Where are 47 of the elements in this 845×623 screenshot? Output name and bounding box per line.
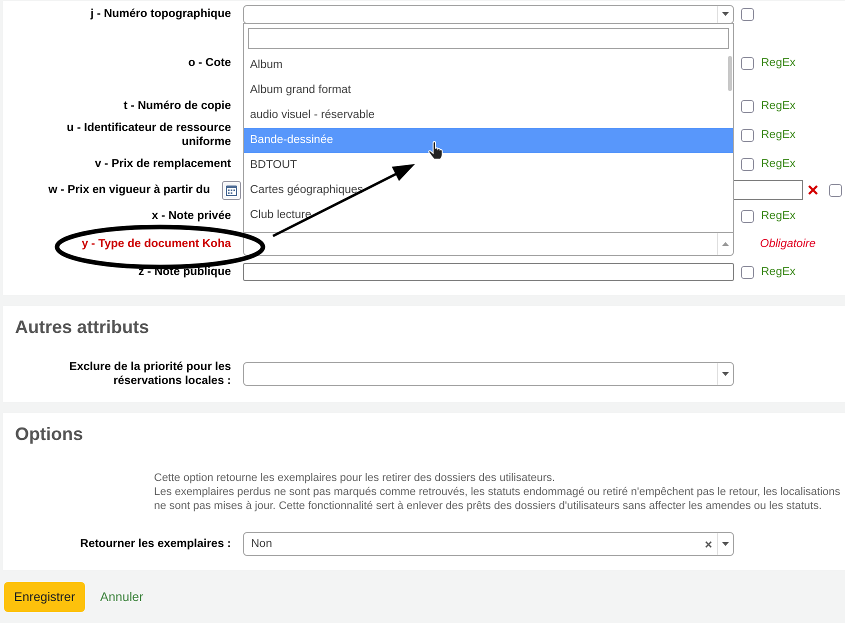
field-label: v - Prix de remplacement — [94, 157, 231, 171]
select-field[interactable] — [243, 4, 734, 24]
search-field[interactable] — [248, 28, 729, 49]
regex-label: RegEx — [761, 100, 796, 112]
dropdown-option[interactable]: Club lecture — [244, 203, 733, 228]
dropdown-option[interactable]: Cartes géographiques — [244, 178, 733, 203]
section-title: Options — [14, 423, 84, 445]
field-label: w - Prix en vigueur à partir du — [48, 183, 210, 197]
regex-label: RegEx — [761, 158, 796, 170]
field-label: u - Identificateur de ressource uniforme — [66, 121, 231, 149]
field-label: j - Numéro topographique — [90, 7, 231, 21]
regex-label: RegEx — [761, 266, 796, 278]
field-label: t - Numéro de copie — [124, 99, 231, 113]
checkbox[interactable] — [741, 266, 754, 278]
dropdown-option[interactable]: Album grand format — [244, 78, 733, 103]
submit-button[interactable]: Enregistrer — [4, 582, 86, 612]
regex-label: RegEx — [761, 129, 796, 141]
field-label: x - Note privée — [152, 209, 231, 223]
checkbox[interactable] — [741, 100, 754, 112]
field-label: o - Cote — [188, 56, 231, 70]
select-field[interactable]: Non — [243, 532, 734, 556]
regex-label: RegEx — [761, 210, 796, 222]
text-field[interactable] — [243, 263, 734, 281]
checkbox[interactable] — [741, 8, 754, 20]
regex-label: RegEx — [761, 57, 796, 69]
help-text: Cette option retourne les exemplaires pour les retirer des dossiers des utilisateurs. Les exemplaires perdus ne sont pas marqués comme retrouvés, les statuts endommagé ou retiré n'empêchent pas le retour, les localisations ne sont pas mises à jour. Cette fonctionnalité sert à enlever des prêts des dossiers d'utilisateurs sans affecter les amendes ou les statuts. — [154, 471, 842, 513]
select-field[interactable] — [243, 232, 734, 256]
hand-cursor-icon — [428, 141, 443, 160]
field-label: Retourner les exemplaires : — [80, 537, 231, 551]
dropdown-option[interactable]: Album — [244, 53, 733, 78]
checkbox[interactable] — [829, 184, 842, 196]
dropdown-option[interactable]: audio visuel - réservable — [244, 103, 733, 128]
dropdown-option[interactable]: BDTOUT — [244, 153, 733, 178]
checkbox[interactable] — [741, 158, 754, 170]
checkbox[interactable] — [741, 56, 754, 70]
checkbox[interactable] — [741, 128, 754, 142]
field-label: y - Type de document Koha — [82, 237, 231, 251]
cancel-link[interactable]: Annuler — [100, 590, 144, 604]
section-title: Autres attributs — [14, 316, 150, 338]
calendar-icon[interactable] — [222, 180, 241, 200]
field-label: Exclure de la priorité pour les réservations locales : — [68, 360, 231, 388]
clear-icon[interactable] — [808, 185, 818, 195]
scrollbar[interactable] — [728, 56, 732, 91]
required-note: Obligatoire — [760, 238, 816, 250]
clear-icon[interactable] — [705, 540, 712, 548]
checkbox[interactable] — [741, 210, 754, 222]
select-field[interactable] — [243, 362, 734, 386]
